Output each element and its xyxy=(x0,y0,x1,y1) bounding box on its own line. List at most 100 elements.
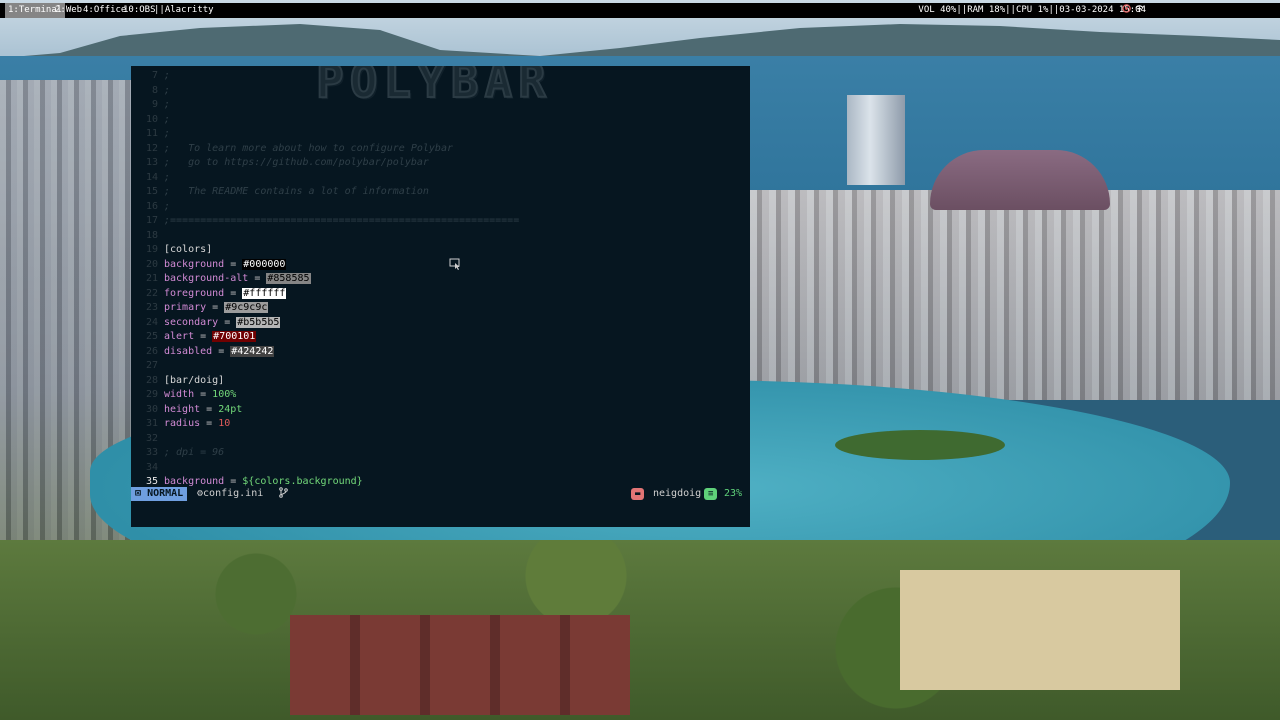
config-key: alert xyxy=(164,331,195,342)
comment-text: ; xyxy=(164,84,171,96)
config-value: ${colors.background} xyxy=(242,476,363,487)
line-number: 19 xyxy=(145,244,158,255)
equals-sign: = xyxy=(248,273,267,284)
config-key: height xyxy=(164,403,201,415)
wallpaper-city-right xyxy=(750,190,1280,400)
line-number: 24 xyxy=(145,316,158,328)
command-line[interactable] xyxy=(131,502,750,527)
config-key: secondary xyxy=(164,316,219,328)
equals-sign: = xyxy=(194,331,213,342)
line-content: foreground = #ffffff xyxy=(164,287,287,302)
equals-sign: = xyxy=(218,316,237,328)
line-content: [colors] xyxy=(164,243,212,258)
vim-statusline: ⊠ NORMAL ⚙config.ini ▬ neigdoig ≡ 23% xyxy=(131,487,750,501)
comment-text: ; dpi = 96 xyxy=(164,447,225,458)
line-content: ; xyxy=(164,113,170,128)
config-key: primary xyxy=(164,302,207,313)
line-content: [bar/doig] xyxy=(164,374,224,389)
line-number: 9 xyxy=(151,99,158,110)
equals-sign: = xyxy=(200,403,219,415)
document-icon: ≡ xyxy=(704,488,718,500)
line-number: 20 xyxy=(145,258,158,270)
line-content: height = 24pt xyxy=(164,403,242,418)
wallpaper-campus xyxy=(900,570,1180,690)
user-icon: ▬ xyxy=(631,488,645,500)
config-key: disabled xyxy=(164,345,213,357)
line-number: 34 xyxy=(145,461,158,473)
comment-text: ; xyxy=(164,113,171,125)
line-number: 10 xyxy=(145,113,158,125)
line-number: 14 xyxy=(145,171,158,183)
equals-sign: = xyxy=(224,476,243,487)
wallpaper-roofs xyxy=(290,615,630,715)
wifi-icon[interactable] xyxy=(1135,3,1144,18)
line-content: ; To learn more about how to configure P… xyxy=(164,142,453,157)
line-number: 26 xyxy=(145,345,158,357)
line-number: 33 xyxy=(145,447,158,458)
comment-text: ; To learn more about how to configure P… xyxy=(164,142,453,154)
line-number: 7 xyxy=(151,70,158,81)
line-content: ; xyxy=(164,98,170,113)
line-number: 25 xyxy=(145,331,158,342)
line-number: 18 xyxy=(145,229,158,241)
line-content: ;=======================================… xyxy=(164,214,519,229)
github-icon[interactable] xyxy=(1122,3,1131,18)
scroll-percent: 23% xyxy=(724,488,743,499)
line-content: disabled = #424242 xyxy=(164,345,275,360)
config-value: #424242 xyxy=(230,345,275,357)
line-content: alert = #700101 xyxy=(164,330,257,345)
line-content: ; go to https://github.com/polybar/polyb… xyxy=(164,156,429,171)
line-number: 16 xyxy=(145,200,158,212)
line-number: 32 xyxy=(145,432,158,444)
line-content: ; xyxy=(164,69,170,84)
config-key: foreground xyxy=(164,287,225,299)
wallpaper-tower xyxy=(847,95,905,185)
config-value: 100% xyxy=(212,389,237,400)
line-number: 17 xyxy=(145,215,158,226)
config-key: background-alt xyxy=(164,273,249,284)
line-content: background = #000000 xyxy=(164,258,287,273)
line-content: ; xyxy=(164,171,170,186)
line-content: width = 100% xyxy=(164,388,236,403)
config-value: 10 xyxy=(218,418,231,429)
ascii-logo: POLYBAR xyxy=(315,66,552,109)
line-content: background-alt = #858585 xyxy=(164,272,311,287)
line-number: 11 xyxy=(145,128,158,139)
wallpaper-island xyxy=(835,430,1005,460)
comment-text: ; go to https://github.com/polybar/polyb… xyxy=(164,157,429,168)
line-number: 30 xyxy=(145,403,158,415)
mode-indicator: ⊠ NORMAL xyxy=(131,487,188,501)
config-value: #858585 xyxy=(266,273,311,284)
config-key: background xyxy=(164,258,225,270)
line-number: 13 xyxy=(145,157,158,168)
config-value: #000000 xyxy=(242,258,287,270)
window-title: ||Alacritty xyxy=(154,5,214,15)
comment-text: ; xyxy=(164,128,171,139)
line-content: ; xyxy=(164,84,170,99)
vim-icon: ⊠ xyxy=(135,488,142,499)
line-number: 28 xyxy=(145,374,158,386)
wallpaper-dome xyxy=(930,150,1110,210)
line-number: 31 xyxy=(145,418,158,429)
top-bar: 1:Terminal 2:Web 4:Office 10:OBS ||Alacr… xyxy=(0,3,1280,18)
line-content: radius = 10 xyxy=(164,417,230,432)
config-value: #b5b5b5 xyxy=(236,316,281,328)
line-number: 15 xyxy=(145,186,158,197)
comment-text: ; xyxy=(164,70,171,81)
comment-text: ; The README contains a lot of informati… xyxy=(164,186,429,197)
line-number: 12 xyxy=(145,142,158,154)
section-header: [colors] xyxy=(164,244,213,255)
line-number: 21 xyxy=(145,273,158,284)
line-content: ; The README contains a lot of informati… xyxy=(164,185,429,200)
config-key: radius xyxy=(164,418,201,429)
equals-sign: = xyxy=(194,389,213,400)
comment-text: ; xyxy=(164,99,171,110)
config-key: width xyxy=(164,389,195,400)
line-content: primary = #9c9c9c xyxy=(164,301,269,316)
terminal-window[interactable]: POLYBAR 7; 8; 9; 10; 11; 12 ; To learn more ab… xyxy=(131,66,750,527)
config-value: #ffffff xyxy=(242,287,287,299)
line-content: ; xyxy=(164,127,170,142)
comment-text: ; xyxy=(164,171,171,183)
line-content: ; xyxy=(164,200,170,215)
config-value: #700101 xyxy=(212,331,257,342)
